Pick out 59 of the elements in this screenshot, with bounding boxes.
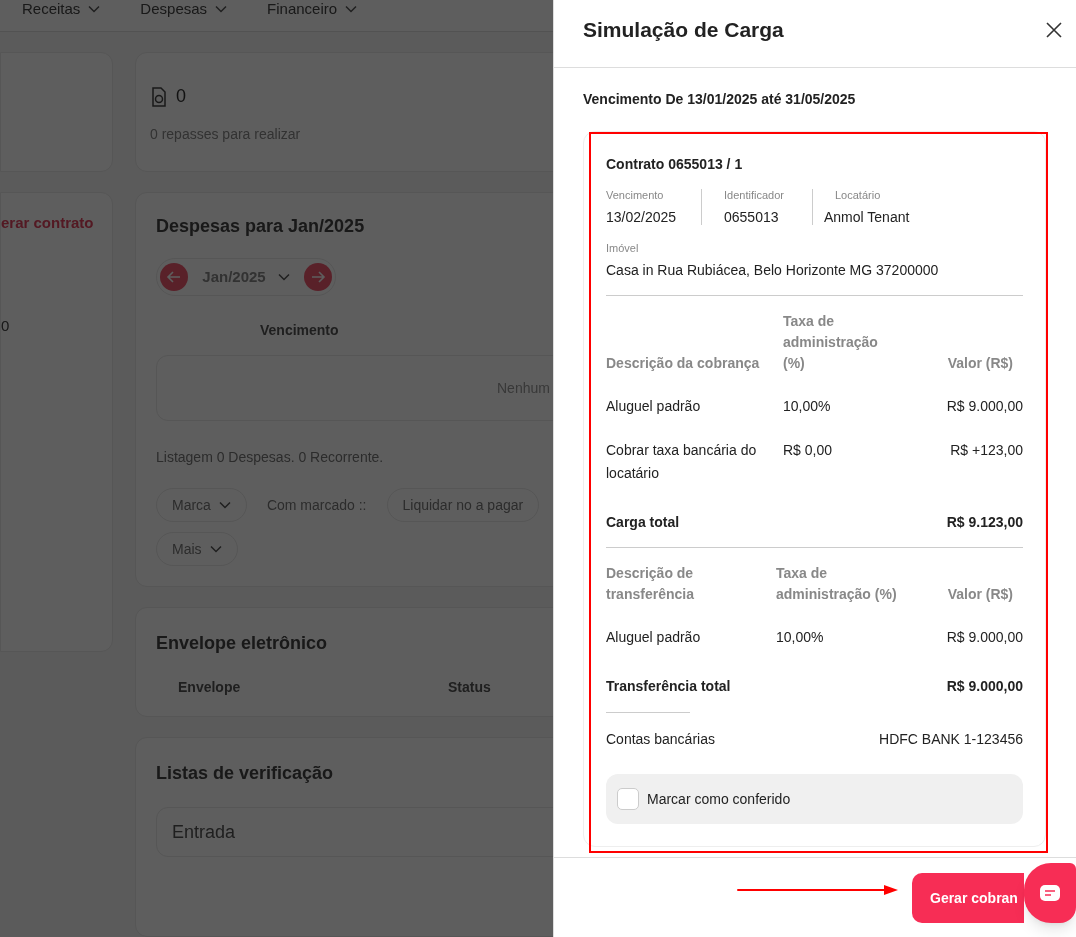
table-cell-text: R$ 9.000,00 — [945, 397, 1023, 416]
total-label: Transferência total — [606, 677, 731, 696]
field-value: 0655013 — [724, 207, 780, 227]
table-cell-text: R$ 9.000,00 — [945, 628, 1023, 647]
section-title: Listas de verificação — [156, 762, 335, 785]
nav-menu[interactable]: Financeiro — [267, 0, 358, 21]
close-icon[interactable] — [1046, 22, 1062, 38]
total-value: R$ 9.123,00 — [946, 513, 1023, 532]
count-text: 0 — [1, 316, 10, 336]
period-text: Vencimento De 13/01/2025 até 31/05/2025 — [583, 90, 857, 109]
contract-title: Contrato 0655013 / 1 — [606, 155, 744, 174]
drawer-title: Simulação de Carga — [583, 17, 784, 44]
field-value: Casa in Rua Rubiácea, Belo Horizonte MG 37200000 — [606, 261, 940, 280]
arrow-left-icon[interactable] — [160, 263, 188, 291]
column-header: Vencimento — [260, 321, 340, 340]
chevron-down-icon — [277, 273, 290, 281]
arrow-right-icon[interactable] — [304, 263, 332, 291]
nav-menu[interactable]: Receitas — [22, 0, 101, 21]
generate-charge-button[interactable]: Gerar cobran — [912, 873, 1024, 923]
total-value: R$ 9.000,00 — [946, 677, 1023, 696]
table-cell-text: 10,00% — [776, 628, 825, 647]
count-text: 0 — [176, 85, 186, 108]
chevron-down-icon — [345, 5, 358, 14]
table-cell-text: Aluguel padrão — [606, 397, 702, 416]
column-header: Taxa de administração (%) — [783, 312, 879, 373]
column-header: Descrição de transferência — [606, 564, 695, 604]
chevron-down-icon — [218, 501, 231, 509]
checkbox[interactable] — [617, 788, 639, 810]
chevron-down-icon — [88, 5, 101, 14]
field-value: 13/02/2025 — [606, 207, 678, 227]
section-title: Envelope eletrônico — [156, 632, 329, 655]
contract-link[interactable]: erar contrato — [1, 212, 94, 235]
total-label: Carga total — [606, 513, 680, 532]
table-cell-text: R$ 0,00 — [783, 441, 834, 460]
field-label: Contas bancárias — [606, 730, 715, 749]
column-header: Taxa de administração (%) — [776, 564, 898, 604]
nav-menu[interactable]: Despesas — [140, 0, 228, 21]
table-cell-text: 10,00% — [783, 397, 832, 416]
table-cell-text: R$ +123,00 — [949, 441, 1023, 460]
field-value: Anmol Tenant — [824, 207, 910, 227]
field-label: Imóvel — [606, 240, 640, 256]
chevron-down-icon — [209, 545, 222, 553]
field-value: HDFC BANK 1-123456 — [879, 730, 1023, 749]
chat-icon — [1040, 885, 1060, 901]
section-title: Despesas para Jan/2025 — [156, 215, 366, 238]
column-header: Envelope — [178, 678, 242, 697]
checkbox-row[interactable]: Marcar como conferido — [606, 774, 1023, 824]
column-header: Status — [448, 678, 491, 697]
column-header: Valor (R$) — [946, 585, 1014, 604]
field-label: Identificador — [724, 188, 785, 203]
document-money-icon — [150, 86, 168, 107]
column-header: Descrição da cobrança — [606, 354, 761, 373]
table-cell-text: Aluguel padrão — [606, 628, 702, 647]
table-cell-text: Cobrar taxa bancária do locatário — [606, 441, 758, 483]
field-label: Vencimento — [606, 188, 665, 203]
column-header: Valor (R$) — [946, 354, 1014, 373]
chat-button[interactable] — [1024, 863, 1076, 923]
chevron-down-icon — [215, 5, 228, 14]
field-label: Locatário — [834, 188, 882, 203]
